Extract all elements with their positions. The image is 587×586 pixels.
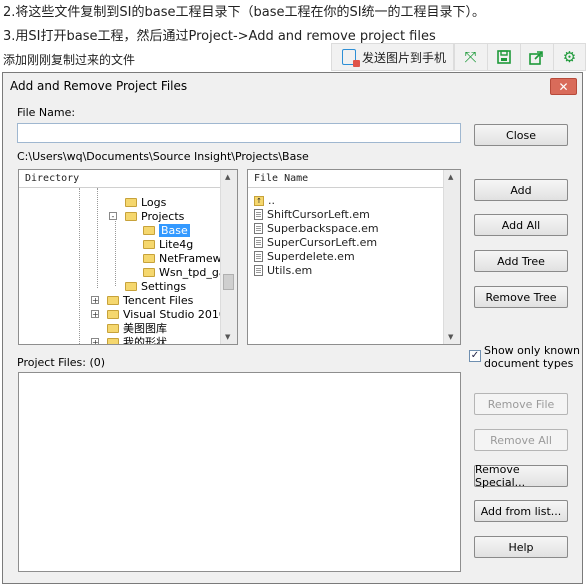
- document-icon: [254, 237, 263, 248]
- file-item[interactable]: Superbackspace.em: [254, 222, 379, 235]
- parent-folder-icon: ↑: [254, 195, 264, 206]
- add-button[interactable]: Add: [474, 179, 568, 201]
- add-from-list-button[interactable]: Add from list...: [474, 500, 568, 522]
- close-button[interactable]: Close: [474, 124, 568, 146]
- directory-scrollbar[interactable]: ▲ ▼: [220, 170, 237, 344]
- file-name-input[interactable]: [17, 123, 461, 143]
- folder-icon: [107, 323, 119, 333]
- document-icon: [254, 251, 263, 262]
- tree-item-visual-studio-2010[interactable]: Visual Studio 2010: [107, 307, 226, 321]
- settings-icon[interactable]: ⚙: [553, 44, 585, 70]
- file-item[interactable]: ShiftCursorLeft.em: [254, 208, 370, 221]
- expand-icon[interactable]: ⤧: [454, 44, 486, 70]
- add-tree-button[interactable]: Add Tree: [474, 250, 568, 272]
- folder-icon: [107, 309, 119, 319]
- scroll-down-icon[interactable]: ▼: [225, 333, 230, 341]
- folder-icon: [125, 281, 137, 291]
- send-to-phone-label: 发送图片到手机: [362, 50, 447, 65]
- file-item[interactable]: SuperCursorLeft.em: [254, 236, 377, 249]
- folder-icon: [143, 253, 155, 263]
- help-button[interactable]: Help: [474, 536, 568, 558]
- tree-item-lite4g[interactable]: Lite4g: [143, 237, 193, 251]
- file-item-updir[interactable]: ↑..: [254, 194, 275, 207]
- send-to-phone-icon: [342, 49, 360, 67]
- expand-tree-icon[interactable]: +: [91, 296, 99, 305]
- tree-item-meitu[interactable]: 美图图库: [107, 321, 167, 335]
- file-name-label: File Name:: [17, 106, 76, 119]
- scroll-up-icon[interactable]: ▲: [448, 173, 453, 181]
- instruction-line-2: 3.用SI打开base工程，然后通过Project->Add and remov…: [3, 29, 436, 44]
- remove-all-button[interactable]: Remove All: [474, 429, 568, 451]
- add-remove-project-files-dialog: Add and Remove Project Files ✕ File Name…: [2, 72, 583, 584]
- close-window-icon[interactable]: ✕: [550, 78, 577, 95]
- tree-item-tencent-files[interactable]: Tencent Files: [107, 293, 193, 307]
- remove-file-button[interactable]: Remove File: [474, 393, 568, 415]
- folder-icon: [143, 239, 155, 249]
- tree-item-wsn-tpd-ga[interactable]: Wsn_tpd_ga: [143, 265, 226, 279]
- add-all-button[interactable]: Add All: [474, 214, 568, 236]
- directory-pane[interactable]: Directory Logs - Projects Base Lite4g Ne…: [18, 169, 238, 345]
- document-icon: [254, 265, 263, 276]
- show-known-types-label-2: document types: [484, 357, 574, 370]
- project-files-label: Project Files: (0): [17, 356, 106, 369]
- show-known-types-checkbox[interactable]: ✓: [469, 350, 481, 362]
- image-share-toolbar: 发送图片到手机 ⤧ ⚙: [331, 43, 586, 71]
- tree-item-base[interactable]: Base: [143, 223, 190, 237]
- folder-icon: [125, 197, 137, 207]
- file-list-scrollbar[interactable]: ▲ ▼: [443, 170, 460, 344]
- instruction-line-3: 添加刚刚复制过来的文件: [3, 53, 136, 67]
- dialog-title: Add and Remove Project Files: [10, 79, 188, 93]
- tree-item-shapes[interactable]: 我的形状: [107, 335, 167, 344]
- scroll-up-icon[interactable]: ▲: [225, 173, 230, 181]
- folder-open-icon: [143, 225, 155, 235]
- dialog-titlebar: Add and Remove Project Files ✕: [3, 73, 582, 99]
- document-icon: [254, 223, 263, 234]
- show-known-types-label-1: Show only known: [484, 344, 580, 357]
- expand-tree-icon[interactable]: +: [91, 310, 99, 319]
- tree-item-settings[interactable]: Settings: [125, 279, 186, 293]
- current-path: C:\Users\wq\Documents\Source Insight\Pro…: [17, 150, 309, 163]
- directory-header: Directory: [19, 170, 221, 188]
- send-to-phone-button[interactable]: 发送图片到手机: [332, 44, 454, 70]
- save-icon[interactable]: [487, 44, 519, 70]
- file-name-header: File Name: [248, 170, 444, 188]
- document-icon: [254, 209, 263, 220]
- file-list-pane[interactable]: File Name ↑.. ShiftCursorLeft.em Superba…: [247, 169, 461, 345]
- project-files-list[interactable]: [18, 372, 461, 572]
- file-item[interactable]: Utils.em: [254, 264, 312, 277]
- expand-tree-icon[interactable]: +: [91, 338, 99, 344]
- collapse-icon[interactable]: -: [109, 212, 117, 221]
- scroll-thumb[interactable]: [223, 274, 234, 290]
- remove-special-button[interactable]: Remove Special...: [474, 463, 568, 489]
- folder-icon: [107, 295, 119, 305]
- tree-item-projects[interactable]: Projects: [125, 209, 184, 223]
- instruction-line-1: 2.将这些文件复制到SI的base工程目录下（base工程在你的SI统一的工程目…: [3, 5, 486, 20]
- folder-icon: [143, 267, 155, 277]
- folder-open-icon: [125, 211, 137, 221]
- file-item[interactable]: Superdelete.em: [254, 250, 355, 263]
- remove-tree-button[interactable]: Remove Tree: [474, 286, 568, 308]
- scroll-down-icon[interactable]: ▼: [448, 333, 453, 341]
- tree-item-logs[interactable]: Logs: [125, 195, 166, 209]
- folder-icon: [107, 337, 119, 344]
- share-icon[interactable]: [520, 44, 552, 70]
